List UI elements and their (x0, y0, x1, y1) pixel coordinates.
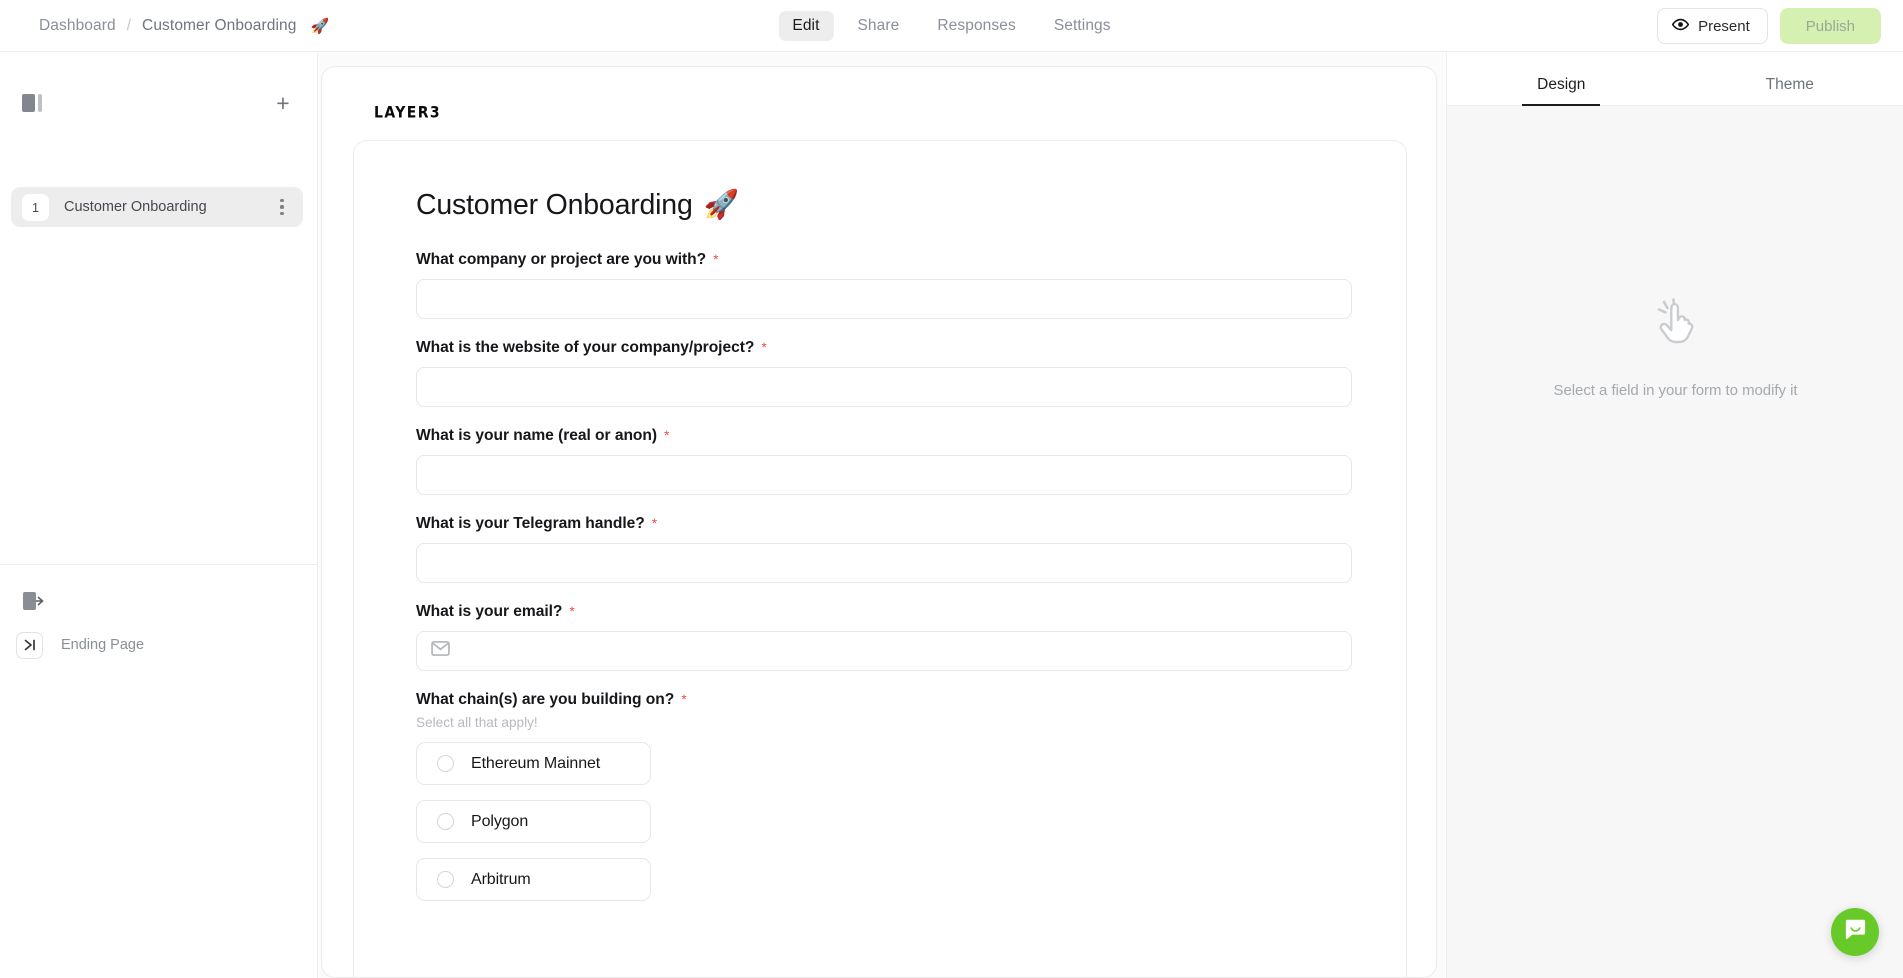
field-telegram: What is your Telegram handle? * (416, 515, 1356, 583)
sidebar-header: + (0, 85, 318, 121)
field-help-text: Select all that apply! (416, 715, 538, 730)
present-button[interactable]: Present (1657, 8, 1768, 44)
required-marker: * (681, 691, 687, 707)
option-polygon[interactable]: Polygon (416, 800, 651, 843)
tab-theme[interactable]: Theme (1676, 53, 1903, 105)
option-arbitrum[interactable]: Arbitrum (416, 858, 651, 901)
field-website: What is the website of your company/proj… (416, 339, 1356, 407)
form-preview-card: LAYER3 Customer Onboarding 🚀 What compan… (321, 66, 1437, 978)
field-chains: What chain(s) are you building on? * Sel… (416, 691, 1356, 901)
tab-share[interactable]: Share (843, 11, 913, 41)
tab-design[interactable]: Design (1447, 53, 1676, 105)
field-label: What is your email? * (416, 603, 1356, 621)
breadcrumb: Dashboard / Customer Onboarding 🚀 (39, 0, 329, 52)
design-panel-empty-state: Select a field in your form to modify it (1447, 288, 1903, 399)
panel-layout-icon[interactable] (22, 94, 44, 112)
top-bar: Dashboard / Customer Onboarding 🚀 Edit S… (0, 0, 1903, 52)
field-name: What is your name (real or anon) * (416, 427, 1356, 495)
option-label: Ethereum Mainnet (471, 754, 601, 772)
nav-tabs: Edit Share Responses Settings (778, 0, 1124, 52)
field-email: What is your email? * (416, 603, 1356, 671)
field-label-text: What chain(s) are you building on? (416, 691, 675, 708)
radio-icon[interactable] (437, 871, 454, 888)
field-label: What is the website of your company/proj… (416, 339, 1356, 357)
design-panel-tabs: Design Theme (1447, 53, 1903, 106)
website-input[interactable] (416, 367, 1352, 407)
sidebar-item-ending-page[interactable]: Ending Page (16, 628, 296, 662)
rocket-icon: 🚀 (703, 189, 739, 221)
pages-sidebar: + 1 Customer Onboarding Ending Page (0, 53, 318, 978)
email-input[interactable] (416, 631, 1352, 671)
page-number-badge: 1 (22, 193, 49, 221)
required-marker: * (569, 603, 575, 619)
option-label: Arbitrum (471, 870, 531, 888)
exit-page-icon (22, 591, 44, 611)
field-label-text: What is your email? (416, 603, 563, 620)
option-label: Polygon (471, 812, 529, 830)
skip-to-end-icon (16, 631, 43, 659)
pointer-click-icon (1644, 288, 1708, 357)
envelope-icon (431, 641, 450, 661)
field-label-text: What is the website of your company/proj… (416, 339, 755, 356)
kebab-menu-icon[interactable] (273, 199, 291, 215)
sidebar-divider (0, 564, 318, 565)
empty-state-text: Select a field in your form to modify it (1553, 382, 1798, 399)
name-input[interactable] (416, 455, 1352, 495)
intercom-chat-button[interactable] (1831, 908, 1879, 956)
brand-logo: LAYER3 (374, 104, 442, 122)
breadcrumb-current[interactable]: Customer Onboarding (142, 17, 296, 35)
ending-page-label: Ending Page (61, 637, 145, 653)
form-title-text: Customer Onboarding (416, 188, 693, 221)
present-label: Present (1698, 17, 1750, 35)
top-actions: Present Publish (1657, 0, 1881, 52)
field-company: What company or project are you with? * (416, 251, 1356, 319)
chat-bubble-icon (1843, 917, 1868, 947)
field-label: What chain(s) are you building on? * (416, 691, 1356, 709)
rocket-icon: 🚀 (310, 18, 330, 35)
radio-icon[interactable] (437, 813, 454, 830)
field-label: What is your Telegram handle? * (416, 515, 1356, 533)
required-marker: * (713, 251, 719, 267)
tab-edit[interactable]: Edit (778, 11, 834, 41)
field-label-text: What is your Telegram handle? (416, 515, 645, 532)
required-marker: * (761, 339, 767, 355)
field-label-text: What is your name (real or anon) (416, 427, 658, 444)
tab-settings[interactable]: Settings (1040, 11, 1125, 41)
radio-icon[interactable] (437, 755, 454, 772)
company-input[interactable] (416, 279, 1352, 319)
plus-icon[interactable]: + (270, 90, 296, 116)
sidebar-item-customer-onboarding[interactable]: 1 Customer Onboarding (11, 187, 303, 227)
field-label: What company or project are you with? * (416, 251, 1356, 269)
required-marker: * (664, 427, 670, 443)
publish-button[interactable]: Publish (1779, 8, 1881, 44)
design-panel: Design Theme Select a field in your form… (1446, 53, 1903, 978)
eye-icon (1671, 16, 1690, 37)
breadcrumb-dashboard-link[interactable]: Dashboard (39, 17, 116, 35)
breadcrumb-separator: / (126, 17, 132, 34)
option-ethereum-mainnet[interactable]: Ethereum Mainnet (416, 742, 651, 785)
form-inner-card: Customer Onboarding 🚀 What company or pr… (353, 140, 1407, 977)
required-marker: * (651, 515, 658, 531)
form-title: Customer Onboarding 🚀 (416, 188, 1356, 222)
field-label: What is your name (real or anon) * (416, 427, 1356, 445)
sidebar-item-label: Customer Onboarding (64, 199, 207, 215)
tab-responses[interactable]: Responses (923, 11, 1029, 41)
field-label-text: What company or project are you with? (416, 251, 707, 268)
telegram-input[interactable] (416, 543, 1352, 583)
form-body: Customer Onboarding 🚀 What company or pr… (416, 188, 1356, 921)
